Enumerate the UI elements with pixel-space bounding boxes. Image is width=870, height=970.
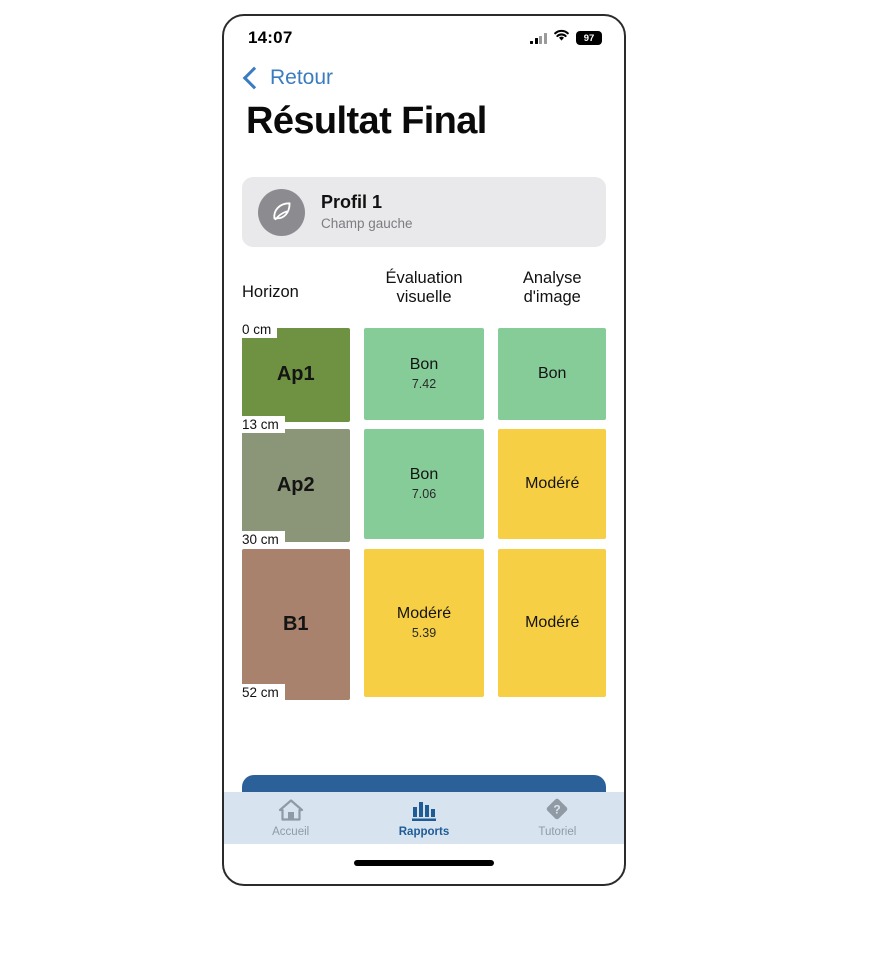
tab-label-tutoriel: Tutoriel bbox=[538, 826, 577, 838]
question-diamond-icon: ? bbox=[547, 798, 568, 820]
tab-label-rapports: Rapports bbox=[398, 826, 450, 838]
bar-chart-icon bbox=[411, 802, 436, 821]
column-header-image: Analyse d'image bbox=[522, 269, 582, 307]
image-analysis-label: Bon bbox=[537, 364, 567, 382]
visual-eval-value: 5.39 bbox=[411, 626, 437, 641]
results-table: Horizon Évaluation visuelle Analyse d'im… bbox=[224, 269, 624, 701]
depth-mark-2: 30 cm bbox=[242, 531, 285, 548]
image-analysis-cell[interactable]: Modéré bbox=[498, 548, 606, 697]
image-analysis-cell[interactable]: Bon bbox=[498, 327, 606, 420]
image-analysis-label: Modéré bbox=[525, 474, 580, 492]
tab-tutoriel[interactable]: ? Tutoriel bbox=[491, 798, 624, 838]
table-row: Ap1 Bon 7.42 Bon bbox=[242, 327, 606, 422]
tab-accueil[interactable]: Accueil bbox=[224, 798, 357, 838]
profile-text: Profil 1 Champ gauche bbox=[321, 191, 413, 233]
profile-card[interactable]: Profil 1 Champ gauche bbox=[242, 177, 606, 247]
column-header-visual: Évaluation visuelle bbox=[385, 269, 463, 307]
depth-mark-0: 0 cm bbox=[242, 321, 278, 338]
chevron-left-icon bbox=[242, 66, 266, 90]
tab-rapports[interactable]: Rapports bbox=[357, 798, 490, 838]
wifi-icon bbox=[553, 29, 570, 47]
leaf-icon bbox=[272, 202, 291, 221]
visual-eval-cell[interactable]: Bon 7.42 bbox=[363, 327, 485, 420]
horizon-block[interactable]: Ap2 bbox=[242, 428, 350, 542]
depth-mark-3: 52 cm bbox=[242, 684, 285, 701]
image-analysis-label: Modéré bbox=[525, 613, 580, 631]
cellular-signal-icon bbox=[530, 32, 547, 44]
horizon-label: B1 bbox=[282, 612, 309, 635]
tab-label-accueil: Accueil bbox=[272, 826, 310, 838]
page-title: Résultat Final bbox=[246, 100, 487, 142]
svg-text:?: ? bbox=[554, 803, 561, 817]
depth-mark-1: 13 cm bbox=[242, 416, 285, 433]
status-clock: 14:07 bbox=[248, 28, 293, 47]
image-analysis-cell[interactable]: Modéré bbox=[498, 428, 606, 539]
back-button-label: Retour bbox=[270, 66, 334, 89]
battery-level-text: 97 bbox=[583, 32, 595, 44]
table-row: Ap2 Bon 7.06 Modéré bbox=[242, 428, 606, 542]
status-indicators: 97 bbox=[530, 29, 602, 47]
column-header-horizon: Horizon bbox=[242, 283, 299, 301]
phone-frame: 14:07 97 Retour Résultat Final Profil 1 … bbox=[222, 14, 626, 886]
table-header-row: Horizon Évaluation visuelle Analyse d'im… bbox=[242, 269, 606, 308]
home-icon bbox=[278, 799, 303, 821]
horizon-block[interactable]: Ap1 bbox=[242, 327, 350, 422]
horizon-label: Ap2 bbox=[276, 473, 315, 496]
visual-eval-label: Modéré bbox=[396, 605, 452, 623]
horizon-label: Ap1 bbox=[276, 363, 315, 386]
visual-eval-label: Bon bbox=[409, 356, 439, 374]
bottom-tab-bar: Accueil Rapports ? Tutoriel bbox=[224, 792, 624, 844]
horizon-block[interactable]: B1 bbox=[242, 548, 350, 700]
visual-eval-value: 7.06 bbox=[411, 487, 437, 502]
status-bar: 14:07 97 bbox=[224, 16, 624, 60]
visual-eval-label: Bon bbox=[409, 466, 439, 484]
avatar bbox=[258, 188, 305, 236]
profile-name: Profil 1 bbox=[321, 191, 383, 212]
profile-subtitle: Champ gauche bbox=[321, 216, 413, 232]
home-indicator[interactable] bbox=[354, 860, 494, 866]
back-button[interactable]: Retour bbox=[224, 60, 624, 90]
table-row: B1 Modéré 5.39 Modéré bbox=[242, 548, 606, 700]
visual-eval-value: 7.42 bbox=[411, 377, 437, 392]
battery-icon: 97 bbox=[576, 31, 602, 45]
visual-eval-cell[interactable]: Modéré 5.39 bbox=[363, 548, 485, 697]
visual-eval-cell[interactable]: Bon 7.06 bbox=[363, 428, 485, 539]
